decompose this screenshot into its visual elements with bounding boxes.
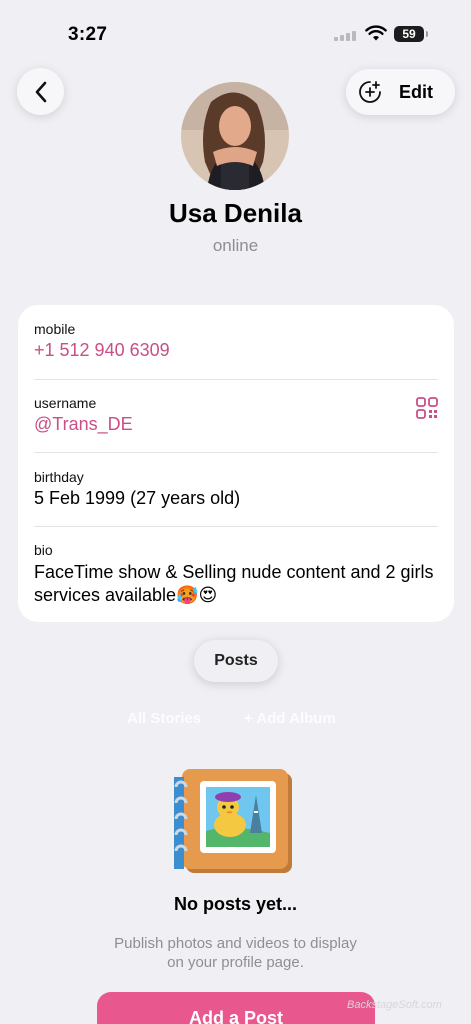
- photo-album-icon: [174, 769, 292, 873]
- add-album-button[interactable]: + Add Album: [244, 710, 336, 727]
- wifi-icon: [365, 25, 387, 41]
- username-row[interactable]: username @Trans_DE: [34, 395, 438, 435]
- watermark: BackstageSoft.com: [347, 999, 442, 1011]
- mobile-row[interactable]: mobile +1 512 940 6309: [34, 321, 438, 361]
- divider: [34, 452, 438, 453]
- bio-label: bio: [34, 542, 53, 558]
- edit-button[interactable]: Edit: [346, 69, 455, 115]
- empty-state-description: Publish photos and videos to display on …: [114, 935, 357, 971]
- add-post-button[interactable]: Add a Post: [97, 992, 375, 1024]
- info-card: mobile +1 512 940 6309 username @Trans_D…: [18, 305, 454, 622]
- back-button[interactable]: [17, 68, 64, 115]
- username-label: username: [34, 395, 97, 411]
- username-value[interactable]: @Trans_DE: [34, 414, 438, 435]
- profile-name: Usa Denila: [169, 198, 302, 228]
- battery-icon: 59: [394, 26, 428, 42]
- birthday-label: birthday: [34, 469, 84, 485]
- bio-value: FaceTime show & Selling nude content and…: [34, 562, 434, 605]
- status-bar: 3:27 59: [0, 0, 471, 60]
- birthday-row: birthday 5 Feb 1999 (27 years old): [34, 469, 438, 509]
- avatar-photo: [181, 82, 289, 190]
- bio-row: bio FaceTime show & Selling nude content…: [34, 542, 438, 607]
- divider: [34, 526, 438, 527]
- qr-code-icon[interactable]: [416, 397, 438, 419]
- empty-state-title: No posts yet...: [173, 894, 298, 914]
- mobile-value[interactable]: +1 512 940 6309: [34, 340, 438, 361]
- cellular-signal-icon: [334, 31, 356, 41]
- presence-status: online: [212, 236, 259, 255]
- edit-label: Edit: [399, 81, 433, 102]
- avatar[interactable]: [181, 82, 289, 190]
- chevron-left-icon: [35, 81, 46, 102]
- divider: [34, 379, 438, 380]
- status-time: 3:27: [68, 24, 108, 45]
- mobile-label: mobile: [34, 321, 76, 337]
- tab-posts[interactable]: Posts: [194, 640, 278, 682]
- tab-all-stories[interactable]: All Stories: [127, 710, 201, 727]
- birthday-value: 5 Feb 1999 (27 years old): [34, 488, 241, 508]
- add-photo-icon: [359, 81, 381, 103]
